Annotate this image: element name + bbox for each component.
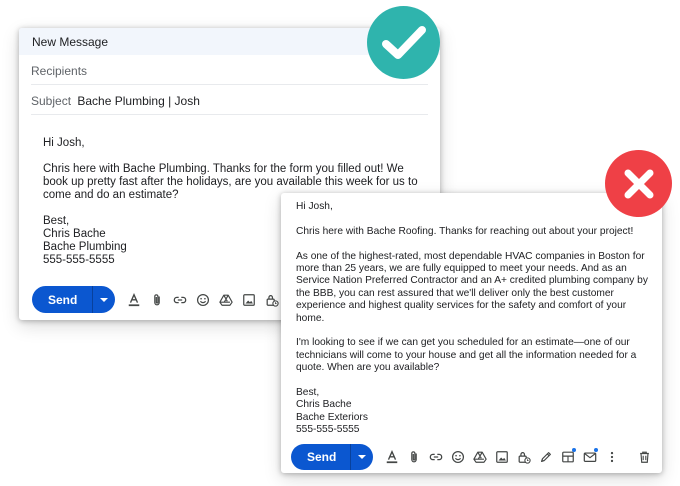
signature-company: Bache Exteriors — [296, 411, 368, 423]
subject-field[interactable]: Subject Bache Plumbing | Josh — [31, 85, 428, 115]
email-body[interactable]: Hi Josh, Chris here with Bache Roofing. … — [296, 201, 648, 437]
format-text-icon[interactable] — [125, 291, 143, 309]
email-paragraph-3: I'm looking to see if we can get you sch… — [296, 337, 637, 374]
recipients-placeholder: Recipients — [31, 64, 88, 78]
subject-label: Subject — [31, 94, 72, 108]
formatting-tools — [125, 291, 286, 309]
emoji-icon[interactable] — [449, 448, 466, 466]
signature-phone: 555-555-5555 — [296, 424, 360, 436]
send-button[interactable]: Send — [32, 286, 94, 313]
more-options-icon[interactable] — [603, 448, 620, 466]
image-icon[interactable] — [240, 291, 258, 309]
email-paragraph-1: Chris here with Bache Roofing. Thanks fo… — [296, 225, 634, 237]
confidential-lock-icon[interactable] — [263, 291, 281, 309]
email-signature: Best, Chris Bache Bache Exteriors 555-55… — [296, 387, 648, 437]
caret-down-icon — [100, 297, 109, 302]
emoji-icon[interactable] — [194, 291, 212, 309]
email-greeting: Hi Josh, — [43, 137, 85, 149]
send-button[interactable]: Send — [291, 444, 352, 470]
recipients-field[interactable]: Recipients — [31, 55, 428, 85]
x-badge — [605, 150, 672, 217]
mail-template-icon[interactable] — [581, 448, 599, 466]
layout-icon[interactable] — [559, 448, 577, 466]
formatting-tools — [383, 448, 625, 466]
signature-name: Chris Bache — [296, 399, 352, 411]
trash-icon[interactable] — [636, 448, 652, 466]
link-icon[interactable] — [427, 448, 444, 466]
format-text-icon[interactable] — [383, 448, 400, 466]
signature-pen-icon[interactable] — [537, 448, 554, 466]
checkmark-badge — [367, 6, 440, 79]
compose-window-bad: Hi Josh, Chris here with Bache Roofing. … — [281, 193, 662, 473]
drive-icon[interactable] — [471, 448, 488, 466]
email-greeting: Hi Josh, — [296, 201, 333, 212]
email-paragraph-2: As one of the highest-rated, most depend… — [296, 250, 648, 324]
schedule-send-dropdown[interactable] — [351, 444, 373, 470]
caret-down-icon — [358, 455, 367, 459]
image-icon[interactable] — [493, 448, 510, 466]
subject-value[interactable]: Bache Plumbing | Josh — [77, 94, 200, 108]
send-button-group: Send — [291, 444, 374, 470]
compose-title: New Message — [32, 35, 109, 49]
checkmark-icon — [381, 25, 426, 59]
send-button-group: Send — [32, 286, 116, 313]
x-icon — [624, 169, 653, 198]
attach-icon[interactable] — [148, 291, 166, 309]
confidential-lock-icon[interactable] — [515, 448, 532, 466]
attach-icon[interactable] — [405, 448, 422, 466]
compose-toolbar: Send — [32, 286, 286, 313]
compose-toolbar: Send — [291, 444, 625, 470]
schedule-send-dropdown[interactable] — [93, 286, 115, 313]
drive-icon[interactable] — [217, 291, 235, 309]
link-icon[interactable] — [171, 291, 189, 309]
signoff: Best, — [296, 387, 320, 399]
